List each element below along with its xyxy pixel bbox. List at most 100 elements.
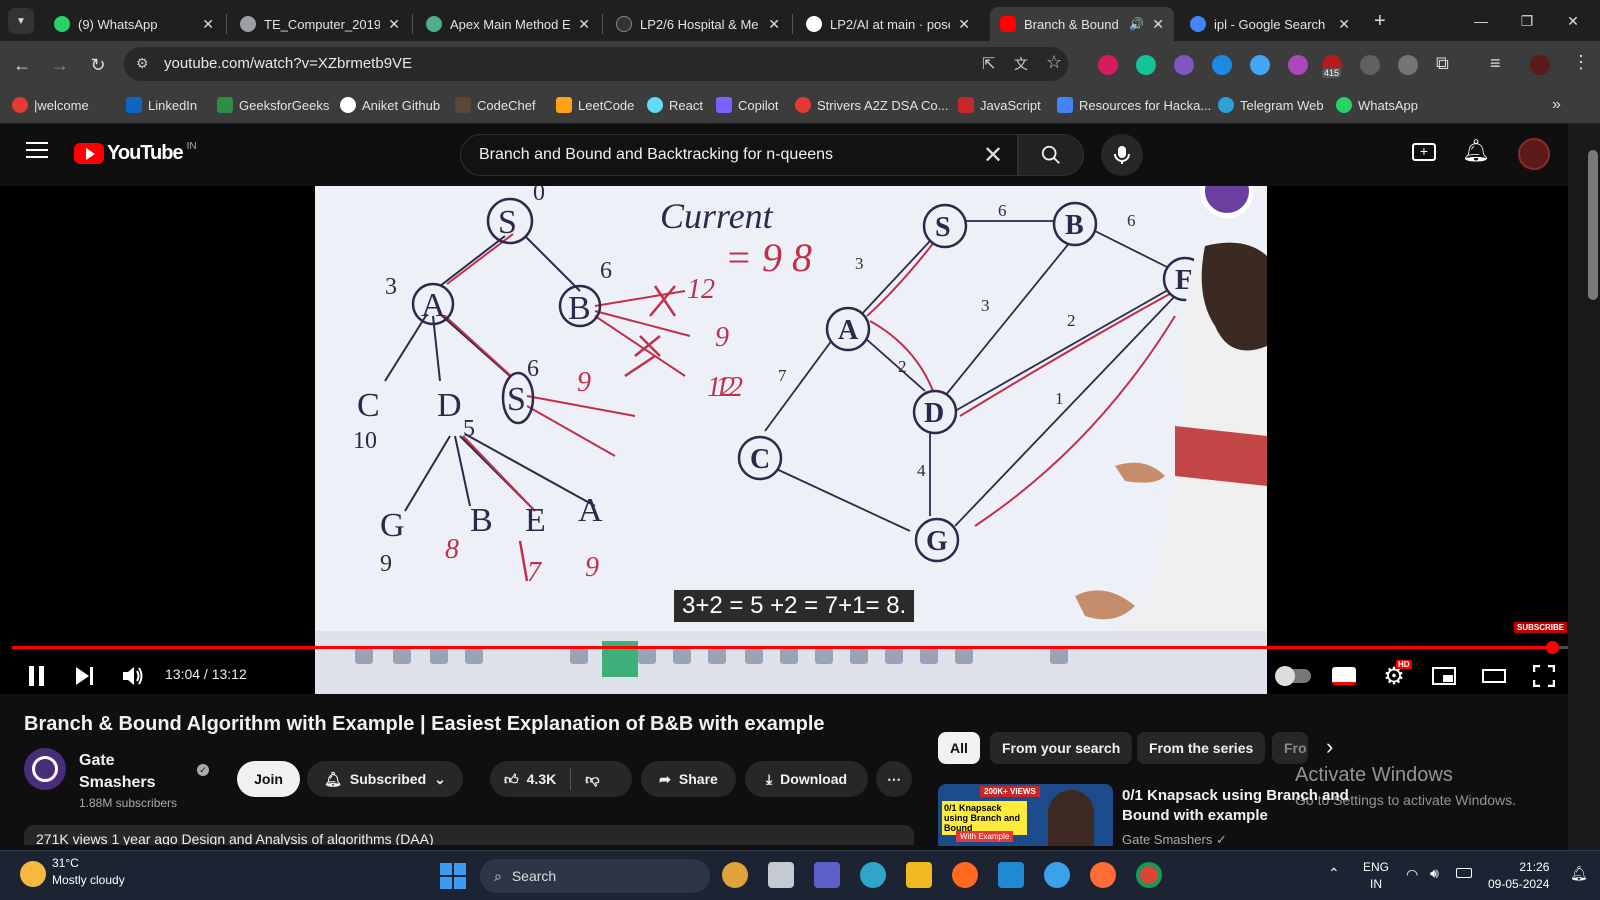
taskbar-search[interactable]: ⌕ Search [480,859,710,893]
close-icon[interactable]: ✕ [1338,16,1350,33]
search-button[interactable] [1018,134,1084,176]
download-button[interactable]: ⤓ Download [745,761,868,797]
tab-ipl-google[interactable]: ipl - Google Search ✕ [1180,7,1360,41]
voice-search-button[interactable] [1101,134,1143,176]
more-actions-button[interactable]: ⋯ [876,761,912,797]
subscribe-watermark[interactable]: SUBSCRIBE [1514,622,1568,633]
bookmark-strivers[interactable]: Strivers A2Z DSA Co... [795,97,949,113]
dislike-button[interactable]: 👎︎ [585,771,599,788]
bookmark-javascript[interactable]: JavaScript [958,97,1041,113]
close-window-button[interactable]: ✕ [1550,6,1596,36]
subtitles-button[interactable] [1326,658,1362,694]
bookmark-star-icon[interactable]: ☆ [1046,52,1062,73]
tab-whatsapp[interactable]: (9) WhatsApp ✕ [44,7,224,41]
fullscreen-button[interactable] [1526,658,1562,694]
chip-from-your-search[interactable]: From your search [990,732,1133,764]
copilot-taskbar-icon[interactable] [722,862,748,888]
notifications-bell-icon[interactable]: 🔔︎ [1462,138,1490,164]
like-button[interactable]: 👍︎ 4.3K [504,771,556,788]
edge-icon[interactable] [860,862,886,888]
chrome-menu-icon[interactable]: ⋮ [1572,52,1590,73]
chip-all[interactable]: All [938,732,980,764]
extensions-puzzle-icon[interactable]: ⧉ [1436,53,1449,74]
bookmark-hackathon-resources[interactable]: Resources for Hacka... [1057,97,1211,113]
speaker-icon[interactable]: 🔊 [1129,17,1144,31]
bookmark-whatsapp[interactable]: WhatsApp [1336,97,1418,113]
account-avatar[interactable] [1518,138,1550,170]
tab-apex[interactable]: Apex Main Method E ✕ [416,7,600,41]
channel-avatar[interactable] [24,748,66,790]
search-input[interactable]: Branch and Bound and Backtracking for n-… [460,134,1018,176]
url-text[interactable]: youtube.com/watch?v=XZbrmetb9VE [164,55,412,72]
task-view-icon[interactable] [768,862,794,888]
pause-button[interactable] [19,658,55,694]
bookmark-copilot[interactable]: Copilot [716,97,778,113]
close-icon[interactable]: ✕ [958,16,970,33]
firefox-icon[interactable] [952,862,978,888]
new-tab-button[interactable]: + [1374,10,1386,33]
recommendation-channel[interactable]: Gate Smashers ✓ [1122,832,1227,848]
progress-scrubber[interactable] [1546,641,1560,654]
weather-widget[interactable]: 31°C Mostly cloudy [52,855,125,889]
notification-bell-icon[interactable]: 🔔︎ [1570,865,1588,882]
close-icon[interactable]: ✕ [202,16,214,33]
omnibox[interactable]: ⚙ youtube.com/watch?v=XZbrmetb9VE ⇱ 文 ☆ [124,47,1068,81]
tab-lp2-ai[interactable]: LP2/AI at main · pose ✕ [796,7,980,41]
file-explorer-icon[interactable] [906,862,932,888]
language-indicator[interactable]: ENG IN [1363,859,1389,893]
join-button[interactable]: Join [237,761,300,797]
open-in-app-icon[interactable]: ⇱ [982,54,995,74]
bookmarks-overflow-icon[interactable]: » [1552,96,1561,114]
share-button[interactable]: ➦ Share [641,761,736,797]
chip-partial[interactable]: Fro [1272,732,1308,764]
postman-icon[interactable] [1090,862,1116,888]
bookmark-telegram[interactable]: Telegram Web [1218,97,1324,113]
restore-button[interactable]: ❐ [1504,6,1550,36]
weather-icon[interactable] [20,861,46,887]
next-button[interactable] [67,658,103,694]
close-icon[interactable]: ✕ [388,16,400,33]
bookmark-codechef[interactable]: CodeChef [455,97,536,113]
reload-button[interactable]: ↻ [84,51,112,79]
subscribed-button[interactable]: 🔔︎ Subscribed ⌄ [307,761,463,797]
bookmark-aniket-github[interactable]: Aniket Github [340,97,440,113]
speaker-icon[interactable]: 🔊︎ [1430,865,1439,882]
extension-flame-icon[interactable] [1174,55,1194,75]
tab-branch-bound[interactable]: Branch & Bound 🔊 ✕ [990,7,1174,41]
recommendation-thumbnail[interactable]: 200K+ VIEWS 0/1 Knapsack using Branch an… [938,784,1113,846]
settings-button[interactable]: ⚙ HD [1376,658,1412,694]
video-player[interactable]: S A B C D S G B E A 0 3 6 10 5 6 9 8 7 9… [0,186,1568,694]
tab-search-button[interactable]: ▼ [8,8,34,34]
start-windows-icon[interactable] [440,863,466,889]
bookmark-leetcode[interactable]: LeetCode [556,97,634,113]
site-info-icon[interactable]: ⚙ [136,55,149,72]
forward-button[interactable]: → [46,51,74,79]
extension-s-icon[interactable] [1288,55,1308,75]
extension-radio-icon[interactable] [1360,55,1380,75]
extension-edge-icon[interactable] [1212,55,1232,75]
extension-c-icon[interactable] [1250,55,1270,75]
profile-avatar[interactable] [1530,55,1550,75]
bookmark-welcome[interactable]: |welcome [12,97,89,113]
app-blue-icon[interactable] [1044,862,1070,888]
media-control-icon[interactable]: ≡ [1490,53,1501,74]
miniplayer-button[interactable] [1426,658,1462,694]
chips-next-chevron-icon[interactable]: › [1326,734,1333,760]
translate-icon[interactable]: 文 [1014,54,1028,74]
channel-name[interactable]: Gate Smashers [79,750,189,794]
extension-record-icon[interactable] [1098,55,1118,75]
extension-target-icon[interactable] [1398,55,1418,75]
wifi-icon[interactable]: ◠ [1406,866,1418,883]
tab-lp2-hospital[interactable]: LP2/6 Hospital & Me ✕ [606,7,790,41]
tab-te-computer[interactable]: TE_Computer_2019_C ✕ [230,7,410,41]
chip-from-the-series[interactable]: From the series [1137,732,1266,764]
teams-icon[interactable] [814,862,840,888]
battery-icon[interactable] [1456,868,1472,878]
extension-grammarly-icon[interactable] [1136,55,1156,75]
taskbar-clock[interactable]: 21:26 09-05-2024 [1488,859,1549,893]
close-icon[interactable]: ✕ [1152,16,1164,33]
close-icon[interactable]: ✕ [768,16,780,33]
autoplay-toggle[interactable] [1272,658,1316,694]
description-box[interactable]: 271K views 1 year ago Design and Analysi… [24,825,914,845]
progress-bar[interactable] [12,646,1568,649]
